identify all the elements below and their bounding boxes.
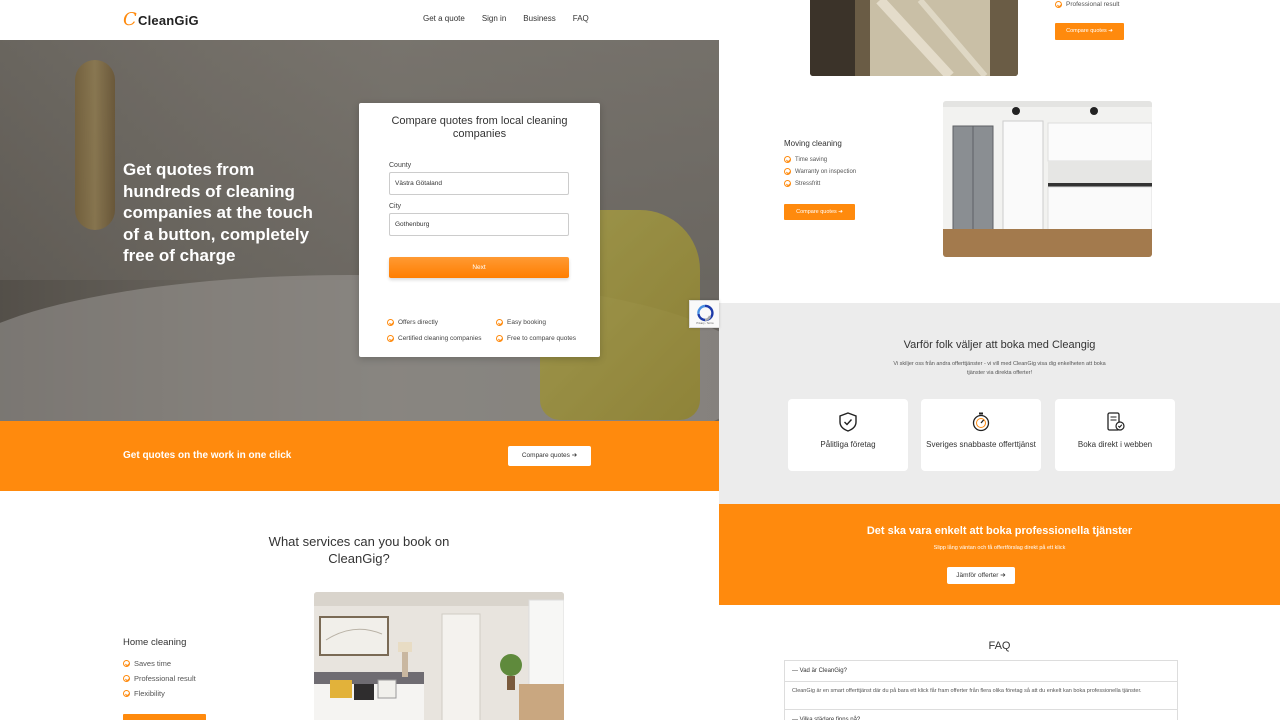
home-compare-button[interactable] — [123, 714, 206, 720]
cta-band-text: Get quotes on the work in one click — [123, 450, 292, 461]
why-card: Boka direkt i webben — [1055, 399, 1175, 471]
moving-compare-button[interactable]: Compare quotes ➔ — [784, 204, 855, 220]
window-compare-button[interactable]: Compare quotes ➔ — [1055, 23, 1124, 40]
city-label: City — [389, 203, 402, 210]
nav-links: Get a quote Sign in Business FAQ — [423, 14, 589, 23]
recaptcha-badge[interactable]: Privacy - Terms — [689, 300, 719, 328]
why-title: Varför folk väljer att boka med Cleangig — [903, 339, 1096, 351]
feature-item: Easy booking — [496, 319, 546, 326]
left-page: CCleanGiG Get a quote Sign in Business F… — [0, 0, 719, 720]
next-button[interactable]: Next — [389, 257, 569, 278]
why-card-label: Pålitliga företag — [820, 440, 876, 449]
service-benefit: Professional result — [1055, 1, 1119, 8]
mobile-booking-icon — [1107, 412, 1125, 431]
home-cleaning-title: Home cleaning — [123, 637, 187, 648]
service-benefit: Professional result — [123, 674, 196, 683]
quote-form-title: Compare quotes from local cleaning compa… — [391, 115, 568, 140]
feature-item: Free to compare quotes — [496, 335, 576, 342]
logo[interactable]: CCleanGiG — [123, 9, 199, 30]
cta-band-2: Det ska vara enkelt att boka professione… — [719, 504, 1280, 605]
check-icon — [123, 690, 130, 697]
hero-title: Get quotes from hundreds of cleaning com… — [123, 160, 313, 265]
faq-question[interactable]: — Vilka städare finns på? — [785, 709, 1177, 720]
faq-title: FAQ — [988, 640, 1011, 652]
check-icon — [1055, 1, 1062, 8]
faq-question[interactable]: — Vad är CleanGig? — [785, 661, 1177, 682]
window-cleaning-photo — [810, 0, 1018, 76]
why-card: Sveriges snabbaste offerttjänst — [921, 399, 1041, 471]
compare-offers-button[interactable]: Jämför offerter ➔ — [947, 567, 1015, 584]
service-benefit: Time saving — [784, 156, 827, 163]
cta-band: Get quotes on the work in one click Comp… — [0, 421, 719, 491]
service-benefit: Warranty on inspection — [784, 168, 856, 175]
service-benefit: Flexibility — [123, 689, 165, 698]
why-section: Varför folk väljer att boka med Cleangig… — [719, 303, 1280, 504]
why-card: Pålitliga företag — [788, 399, 908, 471]
kitchen-photo — [943, 101, 1152, 257]
check-icon — [496, 335, 503, 342]
recaptcha-text: Privacy - Terms — [696, 322, 714, 325]
feature-item: Offers directly — [387, 319, 438, 326]
cta-band-2-title: Det ska vara enkelt att boka professione… — [866, 525, 1133, 537]
top-nav: CCleanGiG Get a quote Sign in Business F… — [0, 0, 719, 40]
services-title: What services can you book on CleanGig? — [268, 534, 450, 566]
compare-quotes-button[interactable]: Compare quotes ➔ — [508, 446, 591, 466]
bedroom-photo — [314, 592, 564, 720]
why-subtitle: Vi skiljer oss från andra offerttjänster… — [893, 361, 1106, 376]
logo-mark: C — [123, 9, 137, 30]
check-icon — [387, 335, 394, 342]
check-icon — [784, 168, 791, 175]
check-icon — [387, 319, 394, 326]
cta-band-2-subtitle: Slipp lång väntan och få offertförslag d… — [933, 545, 1066, 551]
why-card-label: Sveriges snabbaste offerttjänst — [926, 440, 1036, 449]
county-label: County — [389, 162, 412, 169]
quote-form-card: Compare quotes from local cleaning compa… — [359, 103, 600, 357]
right-page: Professional result Compare quotes ➔ Mov… — [719, 0, 1280, 720]
nav-link-business[interactable]: Business — [523, 14, 555, 23]
check-icon — [784, 180, 791, 187]
why-card-label: Boka direkt i webben — [1077, 440, 1153, 449]
check-icon — [123, 675, 130, 682]
nav-link-faq[interactable]: FAQ — [573, 14, 589, 23]
stopwatch-icon — [972, 412, 990, 432]
check-icon — [496, 319, 503, 326]
moving-cleaning-title: Moving cleaning — [784, 139, 842, 148]
check-icon — [784, 156, 791, 163]
feature-item: Certified cleaning companies — [387, 335, 481, 342]
service-benefit: Saves time — [123, 659, 171, 668]
faq-accordion: — Vad är CleanGig? CleanGig är en smart … — [784, 660, 1178, 720]
faq-answer: CleanGig är en smart offerttjänst där du… — [792, 688, 1142, 694]
shield-icon — [839, 412, 857, 432]
city-input[interactable]: Gothenburg — [389, 213, 569, 236]
nav-link-sign-in[interactable]: Sign in — [482, 14, 506, 23]
logo-text: CleanGiG — [137, 13, 199, 28]
check-icon — [123, 660, 130, 667]
county-input[interactable]: Västra Götaland — [389, 172, 569, 195]
nav-link-get-quote[interactable]: Get a quote — [423, 14, 465, 23]
service-benefit: Stressfritt — [784, 180, 820, 187]
